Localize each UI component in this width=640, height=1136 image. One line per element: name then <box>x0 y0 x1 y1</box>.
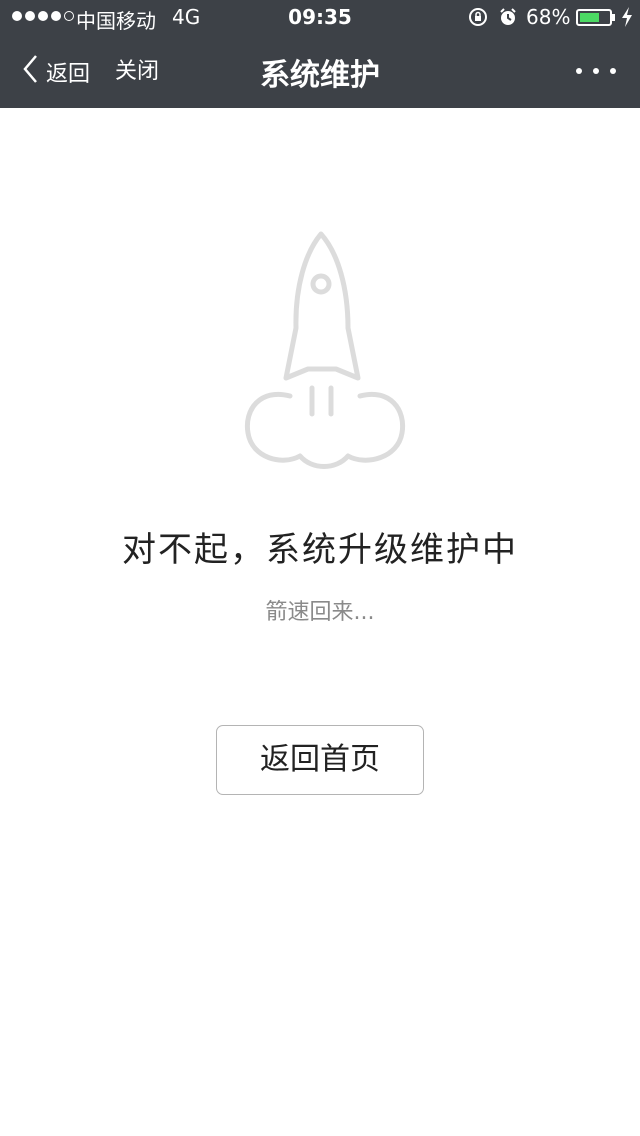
rocket-icon <box>240 228 410 482</box>
status-bar: 中国移动 4G 09:35 68% <box>0 0 640 36</box>
maintenance-subtext: 箭速回来... <box>265 600 375 625</box>
orientation-lock-icon <box>468 7 488 32</box>
maintenance-headline: 对不起，系统升级维护中 <box>122 530 518 570</box>
charging-icon <box>620 6 634 33</box>
battery-percent: 68% <box>526 5 571 29</box>
return-home-button[interactable]: 返回首页 <box>216 725 424 795</box>
battery-tip <box>612 14 615 21</box>
battery-level-fill <box>580 13 599 22</box>
nav-bar: 返回 关闭 系统维护 <box>0 36 640 108</box>
top-bar: 中国移动 4G 09:35 68% 返回 关闭 系统维护 <box>0 0 640 108</box>
more-icon[interactable] <box>576 56 616 86</box>
battery-icon <box>576 9 612 26</box>
alarm-icon <box>498 7 518 32</box>
page-title: 系统维护 <box>260 58 380 93</box>
